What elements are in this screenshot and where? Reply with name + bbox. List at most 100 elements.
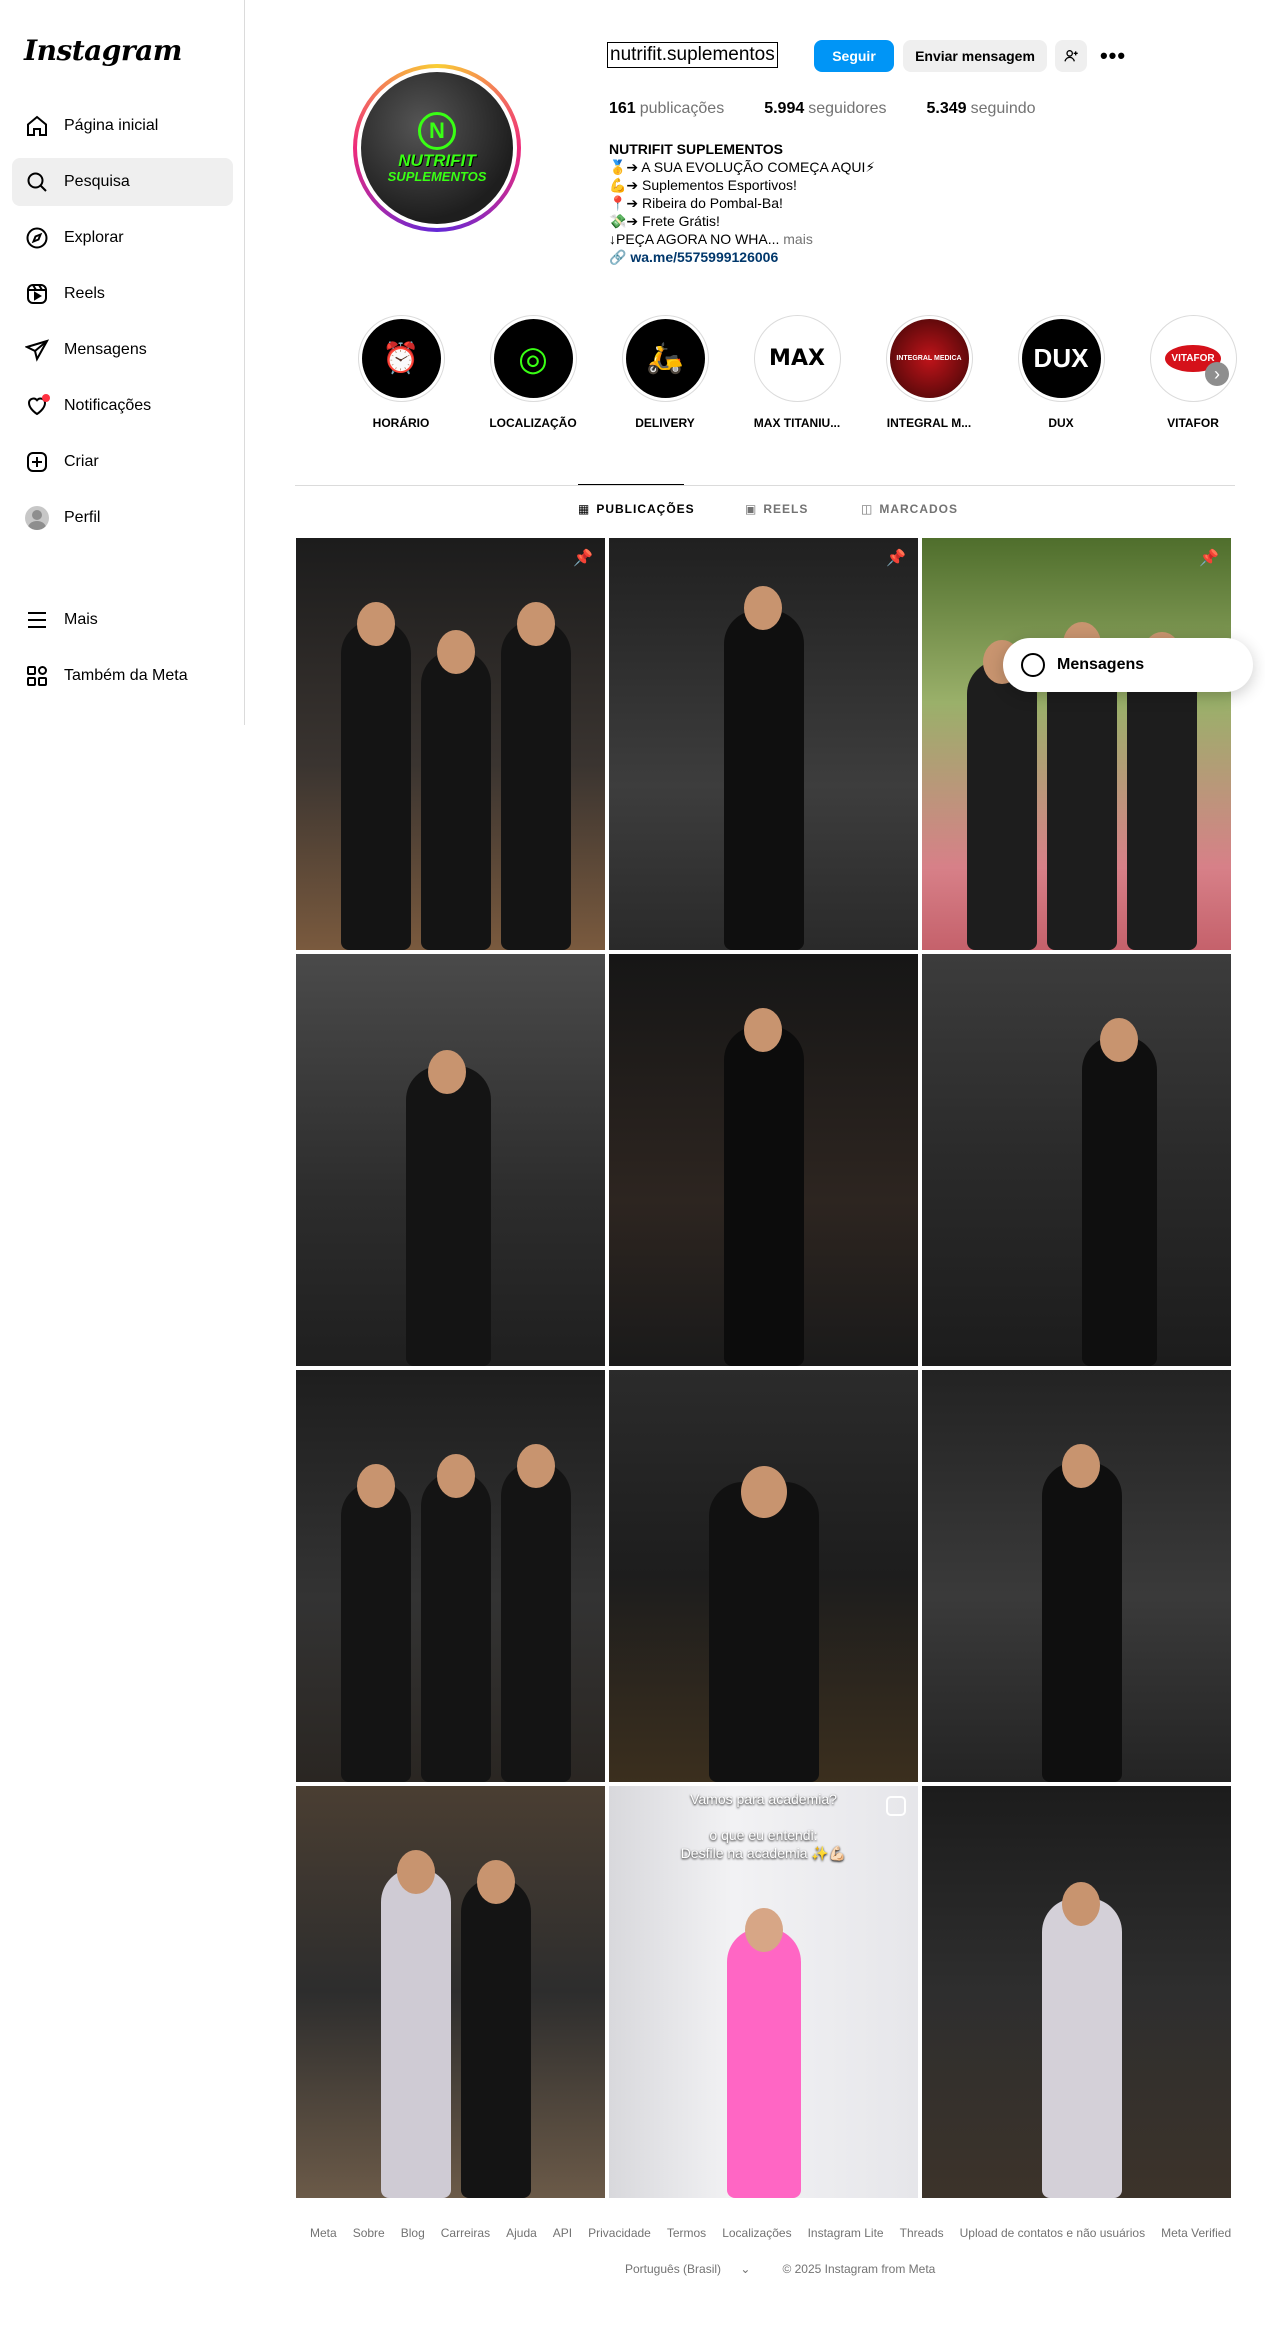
vitafor-logo: VITAFOR [1153, 319, 1233, 398]
highlight-delivery[interactable]: 🛵 DELIVERY [599, 315, 731, 430]
tab-posts[interactable]: ▦ PUBLICAÇÕES [578, 502, 695, 516]
profile-bio: NUTRIFIT SUPLEMENTOS 🥇➔ A SUA EVOLUÇÃO C… [609, 140, 875, 266]
footer-links: Meta Sobre Blog Carreiras Ajuda API Priv… [310, 2226, 1247, 2240]
footer-link[interactable]: Ajuda [506, 2226, 537, 2240]
sidebar-item-label: Explorar [64, 229, 124, 246]
post-tile[interactable] [296, 954, 605, 1366]
profile-avatar-icon [24, 505, 50, 531]
footer-link[interactable]: Upload de contatos e não usuários [960, 2226, 1145, 2240]
highlight-label: DELIVERY [635, 416, 695, 430]
sidebar-item-create[interactable]: Criar [12, 438, 233, 486]
sidebar-item-notifications[interactable]: Notificações [12, 382, 233, 430]
post-tile[interactable] [922, 1786, 1231, 2198]
followers-stat[interactable]: 5.994 seguidores [764, 100, 886, 118]
highlight-label: DUX [1048, 416, 1074, 430]
post-tile[interactable] [609, 954, 918, 1366]
tab-reels[interactable]: ▣ REELS [745, 502, 808, 516]
highlight-horario[interactable]: ⏰ HORÁRIO [335, 315, 467, 430]
post-tile[interactable] [922, 954, 1231, 1366]
sidebar-item-meta[interactable]: Também da Meta [12, 652, 233, 700]
highlight-dux[interactable]: DUX DUX [995, 315, 1127, 430]
meta-apps-icon [24, 663, 50, 689]
logo-letter: N [418, 112, 456, 150]
sidebar-item-label: Reels [64, 285, 105, 302]
posts-grid: 📌 📌 📌 Vamos para academia? o que eu ente… [296, 538, 1236, 2198]
reel-indicator-icon [886, 1796, 906, 1816]
footer-link[interactable]: Blog [401, 2226, 425, 2240]
post-tile[interactable]: 📌 [296, 538, 605, 950]
clock-icon: ⏰ [361, 319, 441, 398]
footer-link[interactable]: API [553, 2226, 572, 2240]
sidebar-item-label: Mais [64, 611, 98, 628]
more-options-button[interactable]: ••• [1097, 40, 1129, 72]
integral-medica-logo: INTEGRAL MEDICA [889, 319, 969, 398]
highlight-label: LOCALIZAÇÃO [489, 416, 577, 430]
menu-icon [24, 607, 50, 633]
home-icon [24, 113, 50, 139]
sidebar-item-profile[interactable]: Perfil [12, 494, 233, 542]
profile-avatar[interactable]: N NUTRIFIT SUPLEMENTOS [353, 64, 521, 232]
copyright: © 2025 Instagram from Meta [782, 2262, 936, 2276]
sidebar-item-label: Mensagens [64, 341, 147, 358]
sidebar-item-explore[interactable]: Explorar [12, 214, 233, 262]
follow-button[interactable]: Seguir [814, 40, 894, 72]
post-tile[interactable] [609, 1370, 918, 1782]
footer-link[interactable]: Meta Verified [1161, 2226, 1231, 2240]
send-message-button[interactable]: Enviar mensagem [903, 40, 1047, 72]
sidebar-item-more[interactable]: Mais [12, 596, 233, 644]
sidebar-item-label: Criar [64, 453, 99, 470]
highlights-next-button[interactable]: › [1205, 362, 1229, 386]
tab-tagged[interactable]: ◫ MARCADOS [861, 502, 958, 516]
story-highlights: ⏰ HORÁRIO ◎ LOCALIZAÇÃO 🛵 DELIVERY MAX M… [335, 315, 1259, 430]
max-titanium-logo: MAX [757, 319, 837, 398]
suggest-similar-button[interactable] [1055, 40, 1087, 72]
bio-more-link[interactable]: mais [783, 231, 813, 247]
sidebar-item-messages[interactable]: Mensagens [12, 326, 233, 374]
post-tile[interactable]: Vamos para academia? o que eu entendi: D… [609, 1786, 918, 2198]
bio-line: ↓PEÇA AGORA NO WHA... mais [609, 231, 813, 247]
footer-link[interactable]: Termos [667, 2226, 706, 2240]
sidebar-item-reels[interactable]: Reels [12, 270, 233, 318]
scooter-icon: 🛵 [625, 319, 705, 398]
language-selector[interactable]: Português (Brasil) ⌄ [625, 2262, 766, 2276]
footer-link[interactable]: Localizações [722, 2226, 791, 2240]
sidebar: Instagram Página inicial Pesquisa Explor… [0, 0, 245, 725]
sidebar-more: Mais Também da Meta [12, 596, 233, 708]
highlight-label: HORÁRIO [372, 416, 430, 430]
plus-square-icon [24, 449, 50, 475]
pinned-icon: 📌 [886, 550, 906, 567]
post-tile[interactable] [296, 1370, 605, 1782]
highlight-vitafor[interactable]: VITAFOR VITAFOR [1127, 315, 1259, 430]
highlight-max-titanium[interactable]: MAX MAX TITANIU... [731, 315, 863, 430]
footer-bottom: Português (Brasil) ⌄ © 2025 Instagram fr… [625, 2262, 951, 2276]
bio-external-link[interactable]: 🔗 wa.me/5575999126006 [609, 248, 875, 266]
footer-link[interactable]: Meta [310, 2226, 337, 2240]
footer-link[interactable]: Privacidade [588, 2226, 651, 2240]
post-tile[interactable] [922, 1370, 1231, 1782]
footer-link[interactable]: Carreiras [441, 2226, 490, 2240]
sidebar-item-home[interactable]: Página inicial [12, 102, 233, 150]
highlight-localizacao[interactable]: ◎ LOCALIZAÇÃO [467, 315, 599, 430]
profile-username[interactable]: nutrifit.suplementos [607, 42, 778, 68]
post-tile[interactable] [296, 1786, 605, 2198]
floating-messages-button[interactable]: Mensagens [1003, 638, 1253, 692]
sidebar-item-label: Também da Meta [64, 667, 188, 684]
tagged-icon: ◫ [861, 502, 874, 516]
footer-link[interactable]: Sobre [353, 2226, 385, 2240]
tabs-divider [295, 485, 1235, 486]
footer-link[interactable]: Threads [900, 2226, 944, 2240]
nutrifit-logo: N NUTRIFIT SUPLEMENTOS [361, 72, 513, 224]
highlight-integral-medica[interactable]: INTEGRAL MEDICA INTEGRAL M... [863, 315, 995, 430]
sidebar-item-search[interactable]: Pesquisa [12, 158, 233, 206]
following-stat[interactable]: 5.349 seguindo [927, 100, 1036, 118]
add-person-icon [1064, 50, 1078, 62]
logo-line1: NUTRIFIT [398, 151, 476, 170]
reels-icon [24, 281, 50, 307]
pinned-icon: 📌 [573, 550, 593, 567]
heart-icon [24, 393, 50, 419]
footer-link[interactable]: Instagram Lite [808, 2226, 884, 2240]
instagram-logo[interactable]: Instagram [24, 34, 182, 67]
post-tile[interactable]: 📌 [609, 538, 918, 950]
sidebar-item-label: Perfil [64, 509, 101, 526]
post-tile[interactable]: 📌 [922, 538, 1231, 950]
